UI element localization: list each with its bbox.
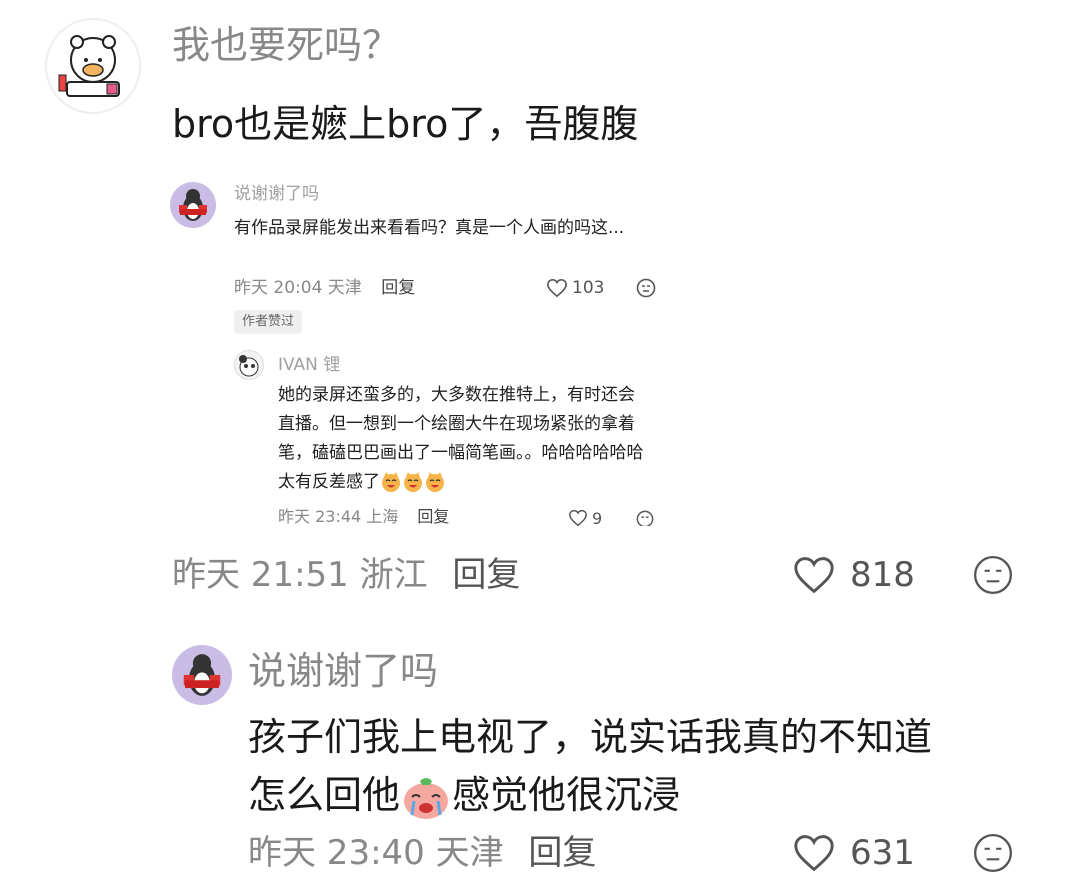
comment-meta: 昨天 23:40 天津 回复	[248, 830, 596, 876]
comment-text-line2: 怎么回他 感觉他很沉浸	[248, 766, 1048, 824]
like-count: 818	[850, 555, 915, 595]
reply-like: 9	[568, 507, 602, 529]
time-location: 昨天 23:40 天津	[248, 833, 504, 873]
reply-button[interactable]: 回复	[452, 555, 520, 595]
dislike-face-icon	[973, 833, 1013, 873]
reply-username: IVAN 锂	[278, 355, 341, 375]
comment-text-part2: 感觉他很沉浸	[452, 773, 681, 817]
quoted-screenshot: 说谢谢了吗 有作品录屏能发出来看看吗？真是一个人画的吗这... 昨天 20:04…	[160, 170, 670, 535]
heart-icon	[794, 835, 834, 872]
quote-meta: 昨天 20:04 天津 回复	[234, 276, 415, 300]
penguin-avatar-image	[183, 654, 221, 696]
crying-face-emoji	[404, 777, 449, 819]
quote-username: 说谢谢了吗	[234, 184, 319, 204]
quote-like: 103	[546, 276, 604, 300]
reply-button[interactable]: 回复	[528, 833, 596, 873]
comment-meta: 昨天 21:51 浙江 回复	[172, 552, 520, 598]
reply-like-count: 9	[592, 508, 603, 528]
bear-avatar-image	[58, 35, 120, 97]
time-location: 昨天 21:51 浙江	[172, 555, 428, 595]
avatar[interactable]	[45, 18, 141, 114]
reply-text: 她的录屏还蛮多的，大多数在推特上，有时还会直播。但一想到一个绘圈大牛在现场紧张的…	[278, 381, 648, 497]
username[interactable]: 我也要死吗？	[172, 20, 400, 70]
dislike-button[interactable]	[972, 554, 1014, 596]
quote-text: 有作品录屏能发出来看看吗？真是一个人画的吗这...	[234, 218, 625, 238]
dislike-face-icon	[636, 278, 656, 298]
dislike-face-icon	[636, 510, 654, 526]
avatar[interactable]	[172, 645, 232, 705]
heart-icon	[794, 557, 834, 594]
reply-time-location: 昨天 23:44 上海	[278, 507, 399, 526]
reply-text-body: 她的录屏还蛮多的，大多数在推特上，有时还会直播。但一想到一个绘圈大牛在现场紧张的…	[278, 385, 644, 492]
quote-dislike	[636, 278, 656, 298]
like-button[interactable]: 818	[792, 552, 915, 598]
dislike-face-icon	[973, 555, 1013, 595]
author-liked-badge: 作者赞过	[234, 310, 303, 334]
reply-dislike	[636, 510, 654, 526]
avatar	[170, 182, 216, 228]
comment-text: bro也是嬷上bro了，吾腹腹	[172, 102, 639, 146]
like-button[interactable]: 631	[792, 830, 915, 876]
like-count: 631	[850, 833, 915, 873]
quote-reply-link: 回复	[381, 278, 416, 298]
laughing-cat-emoji	[380, 472, 446, 492]
quote-like-count: 103	[572, 278, 605, 298]
dislike-button[interactable]	[972, 832, 1014, 874]
quote-time-location: 昨天 20:04 天津	[234, 278, 362, 298]
panda-avatar-image	[239, 355, 259, 377]
penguin-avatar-image	[179, 189, 207, 221]
heart-icon	[569, 509, 587, 527]
reply-meta: 昨天 23:44 上海 回复	[278, 506, 449, 528]
username[interactable]: 说谢谢了吗	[248, 646, 438, 696]
comment-text-part1: 怎么回他	[248, 773, 401, 817]
comment-text-line1: 孩子们我上电视了，说实话我真的不知道	[248, 715, 933, 759]
heart-icon	[547, 278, 567, 298]
avatar	[234, 350, 264, 380]
comment-text: 孩子们我上电视了，说实话我真的不知道 怎么回他 感觉他很沉浸	[248, 708, 1048, 824]
reply-reply-link: 回复	[417, 507, 450, 526]
